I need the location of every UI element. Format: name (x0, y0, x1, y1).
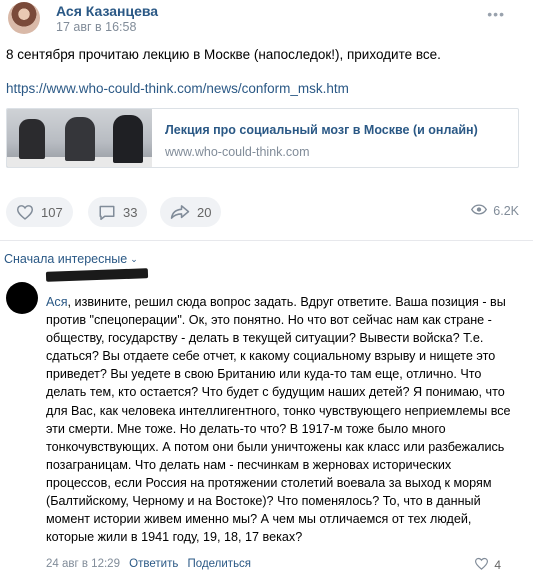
comment-icon (98, 204, 116, 221)
reply-button[interactable]: Ответить (129, 558, 178, 570)
like-button[interactable]: 107 (6, 197, 73, 227)
comment-footer: 24 авг в 12:29 Ответить Поделиться (46, 558, 251, 570)
like-count: 107 (41, 204, 63, 220)
commenter-avatar[interactable] (6, 282, 38, 314)
snippet-thumbnail (7, 109, 152, 167)
reply-to-mention[interactable]: Ася (46, 295, 68, 309)
link-snippet[interactable]: Лекция про социальный мозг в Москве (и о… (6, 108, 519, 168)
views-counter: 6.2K (471, 204, 519, 218)
heart-icon (16, 204, 34, 220)
views-count: 6.2K (493, 204, 519, 218)
more-options-icon[interactable]: ••• (487, 6, 505, 22)
post-text: 8 сентября прочитаю лекцию в Москве (нап… (6, 47, 441, 62)
snippet-title[interactable]: Лекция про социальный мозг в Москве (и о… (165, 123, 478, 137)
comment-body: , извините, решил сюда вопрос задать. Вд… (46, 295, 511, 545)
comment-button[interactable]: 33 (88, 197, 148, 227)
comment-like-button[interactable]: 4 (474, 557, 501, 573)
share-button[interactable]: 20 (160, 197, 222, 227)
post-link[interactable]: https://www.who-could-think.com/news/con… (6, 81, 349, 96)
commenter-name-redacted (45, 268, 149, 282)
share-icon (170, 204, 190, 220)
chevron-down-icon: ⌄ (130, 254, 138, 264)
author-name[interactable]: Ася Казанцева (56, 3, 158, 19)
post-header: Ася Казанцева 17 авг в 16:58 ••• (8, 2, 523, 38)
section-divider (0, 240, 533, 241)
post-actions: 107 33 20 6.2K (6, 197, 519, 227)
author-avatar[interactable] (8, 2, 40, 34)
eye-icon (471, 204, 488, 218)
comment-date[interactable]: 24 авг в 12:29 (46, 558, 120, 570)
snippet-domain: www.who-could-think.com (165, 145, 310, 159)
comment-text: Ася, извините, решил сюда вопрос задать.… (46, 293, 514, 546)
share-count: 20 (197, 204, 212, 220)
comment-count: 33 (123, 204, 138, 220)
comment-like-count: 4 (494, 558, 501, 572)
share-comment-button[interactable]: Поделиться (188, 558, 252, 570)
post-date[interactable]: 17 авг в 16:58 (56, 20, 136, 34)
comment-sort-dropdown[interactable]: Сначала интересные ⌄ (4, 252, 138, 266)
comment-sort-label: Сначала интересные (4, 252, 128, 266)
heart-icon (474, 557, 489, 573)
